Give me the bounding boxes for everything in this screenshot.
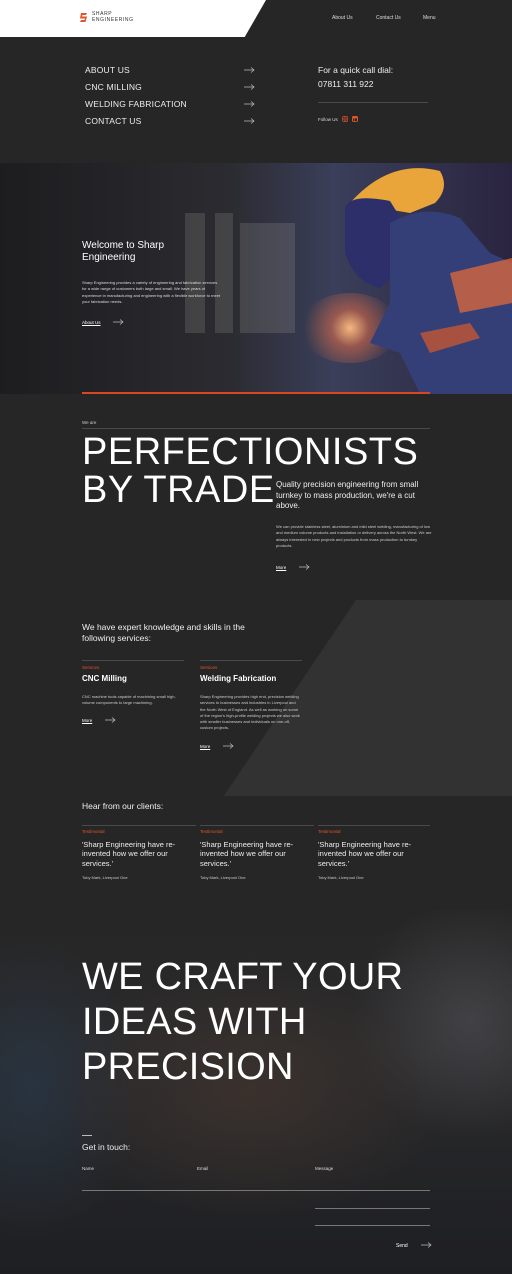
- menu-item-cnc-milling[interactable]: CNC MILLING: [85, 80, 255, 94]
- call-label: For a quick call dial:: [318, 65, 394, 75]
- menu-item-about-us[interactable]: ABOUT US: [85, 63, 255, 77]
- headline-line-2: BY TRADE: [82, 469, 275, 511]
- body-text: We can provide stainless steel, aluminiu…: [276, 524, 432, 548]
- hero-bg-window: [215, 213, 233, 333]
- card-caption: Services: [82, 665, 100, 670]
- card-caption: Services: [200, 665, 218, 670]
- name-label: Name: [82, 1166, 95, 1171]
- menu-item-contact-us[interactable]: CONTACT US: [85, 114, 255, 128]
- headline-line-1: PERFECTIONISTS: [82, 431, 419, 473]
- message-field-underline[interactable]: [315, 1208, 430, 1209]
- more-link[interactable]: More: [276, 565, 286, 570]
- logo[interactable]: Sharp Engineering: [80, 11, 134, 23]
- card-heading: CNC Milling: [82, 674, 127, 683]
- hero-text: Sharp Engineering provides a variety of …: [82, 280, 221, 304]
- divider: [200, 825, 314, 826]
- lead-text: Quality precision engineering from small…: [276, 480, 419, 510]
- email-label: Email: [197, 1166, 209, 1171]
- craft-headline: WE CRAFT YOUR IDEAS WITH PRECISION: [82, 955, 442, 1090]
- craft-line-1: WE CRAFT YOUR: [82, 956, 404, 998]
- hero-bg-window: [185, 213, 205, 333]
- welding-more-link[interactable]: More: [200, 744, 210, 749]
- testimonial-caption: Testimonial: [82, 829, 105, 834]
- divider: [318, 102, 428, 103]
- testimonial-author: Toby Mark, Liverpool One: [82, 874, 128, 880]
- testimonial-caption: Testimonial: [318, 829, 341, 834]
- menu-item-label: CONTACT US: [85, 116, 142, 126]
- testimonial-card: Testimonial 'Sharp Engineering have re-i…: [82, 825, 196, 880]
- craft-line-2: IDEAS WITH: [82, 1001, 307, 1043]
- arrow-right-icon: [244, 101, 255, 107]
- logo-text-bottom: Engineering: [92, 16, 134, 23]
- hero-bg-window: [240, 223, 295, 333]
- testimonial-quote: 'Sharp Engineering have re-invented how …: [82, 840, 176, 868]
- name-email-field-underline[interactable]: [82, 1190, 430, 1191]
- divider: [82, 825, 196, 826]
- follow-us-label: Follow Us: [318, 117, 338, 122]
- hero-image: [0, 163, 512, 394]
- arrow-right-icon: [244, 84, 255, 90]
- card-text: CNC machine tools capable of machining s…: [82, 694, 176, 706]
- menu-item-label: WELDING FABRICATION: [85, 99, 187, 109]
- arrow-right-icon[interactable]: [223, 743, 234, 749]
- testimonial-author: Toby Mark, Liverpool One: [318, 874, 364, 880]
- logo-mark-icon: [80, 13, 87, 22]
- arrow-right-icon[interactable]: [421, 1242, 432, 1248]
- welder-figure: [345, 168, 512, 394]
- arrow-right-icon[interactable]: [105, 717, 116, 723]
- hero-accent-bar: [82, 392, 430, 394]
- clients-title: Hear from our clients:: [82, 801, 164, 811]
- message-label: Message: [315, 1166, 334, 1171]
- menu-item-label: ABOUT US: [85, 65, 130, 75]
- linkedin-icon[interactable]: [352, 116, 358, 122]
- testimonial-author: Toby Mark, Liverpool One: [200, 874, 246, 880]
- send-button[interactable]: Send: [396, 1243, 408, 1249]
- contact-accent-line: [82, 1135, 92, 1136]
- contact-title: Get in touch:: [82, 1142, 131, 1152]
- testimonial-caption: Testimonial: [200, 829, 223, 834]
- menu-item-label: CNC MILLING: [85, 82, 142, 92]
- instagram-icon[interactable]: [342, 116, 348, 122]
- arrow-right-icon[interactable]: [299, 564, 310, 570]
- card-heading: Welding Fabrication: [200, 674, 277, 683]
- testimonial-card: Testimonial 'Sharp Engineering have re-i…: [318, 825, 430, 880]
- eyebrow-label: We are: [82, 420, 97, 425]
- menu-item-welding-fabrication[interactable]: WELDING FABRICATION: [85, 97, 255, 111]
- services-title: We have expert knowledge and skills in t…: [82, 622, 245, 643]
- card-text: Sharp Engineering provides high end, pre…: [200, 694, 300, 731]
- testimonial-card: Testimonial 'Sharp Engineering have re-i…: [200, 825, 314, 880]
- logo-wordmark: Sharp Engineering: [92, 11, 134, 23]
- nav-menu[interactable]: Menu: [423, 15, 436, 21]
- arrow-right-icon: [244, 67, 255, 73]
- divider: [82, 428, 430, 429]
- craft-line-3: PRECISION: [82, 1046, 294, 1088]
- testimonial-quote: 'Sharp Engineering have re-invented how …: [200, 840, 294, 868]
- service-card-cnc-milling: Services CNC Milling CNC machine tools c…: [82, 660, 184, 707]
- nav-contact-us[interactable]: Contact Us: [376, 15, 401, 21]
- message-field-underline[interactable]: [315, 1225, 430, 1226]
- about-us-link[interactable]: About Us: [82, 320, 101, 325]
- divider: [318, 825, 430, 826]
- nav-about-us[interactable]: About Us: [332, 15, 353, 21]
- cnc-more-link[interactable]: More: [82, 718, 92, 723]
- divider: [82, 660, 184, 661]
- arrow-right-icon: [244, 118, 255, 124]
- testimonial-quote: 'Sharp Engineering have re-invented how …: [318, 840, 412, 868]
- divider: [200, 660, 302, 661]
- hero-title: Welcome to Sharp Engineering: [82, 240, 165, 263]
- phone-number[interactable]: 07811 311 922: [318, 79, 373, 89]
- arrow-right-icon[interactable]: [113, 319, 124, 325]
- service-card-welding-fabrication: Services Welding Fabrication Sharp Engin…: [200, 660, 302, 732]
